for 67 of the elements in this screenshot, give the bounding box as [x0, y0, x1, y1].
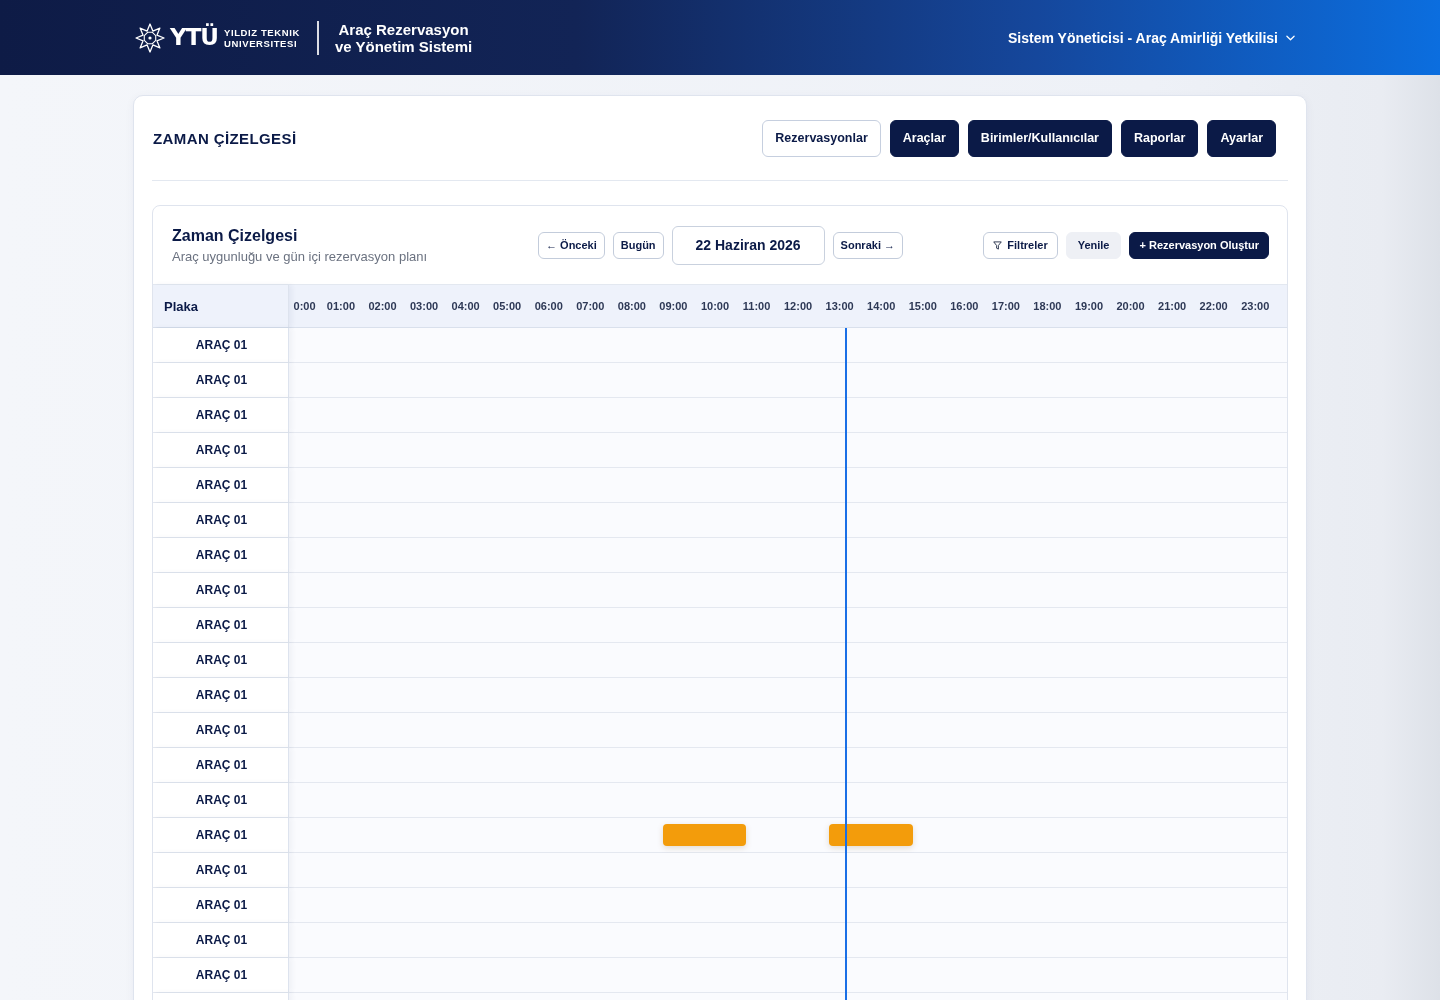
hour-label: 17:00: [990, 300, 1021, 312]
hour-label: 11:00: [741, 300, 772, 312]
plate-cell: ARAÇ 01: [153, 608, 289, 642]
reservation-bar[interactable]: [663, 824, 747, 846]
app-title: Araç Rezervasyon ve Yönetim Sistemi: [334, 20, 473, 55]
user-menu[interactable]: Sistem Yöneticisi - Araç Amirliği Yetkilisi: [1008, 25, 1295, 50]
chevron-down-icon: [1286, 34, 1295, 41]
hour-label: 0:00: [292, 300, 317, 312]
plate-cell: ARAÇ 01: [153, 643, 289, 677]
page-title: ZAMAN ÇİZELGESİ: [153, 129, 297, 147]
panel-title: Zaman Çizelgesi: [172, 226, 299, 245]
hour-label: 15:00: [907, 300, 938, 312]
create-button[interactable]: + Rezervasyon Oluştur: [1129, 231, 1269, 259]
column-header: Plaka: [153, 285, 289, 327]
hour-label: 22:00: [1198, 300, 1229, 312]
reservation-bar[interactable]: [829, 824, 913, 846]
plate-cell: ARAÇ 01: [153, 713, 289, 747]
hour-label: 03:00: [409, 300, 440, 312]
next-button[interactable]: Sonraki →: [832, 231, 903, 259]
nav-button[interactable]: Rezervasyonlar: [762, 119, 881, 157]
filter-button[interactable]: Filtreler: [983, 231, 1058, 259]
plate-cell: ARAÇ 01: [153, 678, 289, 712]
hour-label: 09:00: [658, 300, 689, 312]
hour-label: 12:00: [783, 300, 814, 312]
refresh-button[interactable]: Yenile: [1065, 231, 1122, 259]
university-name: YILDIZ TEKNIK UNIVERSITESI: [224, 26, 300, 49]
nav-button[interactable]: Araçlar: [889, 119, 959, 157]
plate-cell: ARAÇ 01: [153, 958, 289, 992]
hour-label: 06:00: [533, 300, 564, 312]
star-icon: [135, 22, 165, 53]
filter-icon: [993, 240, 1003, 250]
hour-label: 10:00: [699, 300, 731, 312]
plate-cell: ARAÇ 01: [153, 818, 289, 852]
hour-label: 04:00: [450, 300, 481, 312]
panel-subtitle: Araç uygunluğu ve gün içi rezervasyon planı: [172, 248, 429, 264]
plate-cell: ARAÇ 01: [153, 468, 289, 502]
previous-button[interactable]: ← Önceki: [538, 231, 605, 259]
plate-cell: ARAÇ 01: [153, 398, 289, 432]
hour-label: 05:00: [492, 300, 523, 312]
nav-button[interactable]: Birimler/Kullanıcılar: [967, 119, 1112, 157]
hour-label: 13:00: [824, 300, 855, 312]
plate-cell: ARAÇ 01: [153, 328, 289, 362]
hour-label: 16:00: [949, 300, 980, 312]
hour-label: 19:00: [1073, 300, 1105, 312]
nav-button[interactable]: Raporlar: [1120, 119, 1199, 157]
plate-cell: ARAÇ 01: [153, 433, 289, 467]
date-field[interactable]: 22 Haziran 2026: [671, 225, 825, 265]
hour-label: 14:00: [866, 300, 897, 312]
plate-cell: ARAÇ 01: [153, 748, 289, 782]
hour-label: 18:00: [1032, 300, 1063, 312]
hour-label: 01:00: [325, 300, 356, 312]
plate-cell: ARAÇ 01: [153, 538, 289, 572]
hour-label: 08:00: [616, 300, 647, 312]
hour-label: 23:00: [1240, 300, 1271, 312]
hour-label: 02:00: [367, 300, 398, 312]
plate-cell: ARAÇ 01: [153, 363, 289, 397]
plate-cell: ARAÇ 01: [153, 888, 289, 922]
plate-cell: ARAÇ 01: [153, 573, 289, 607]
today-button[interactable]: Bugün: [612, 231, 664, 259]
nav-button[interactable]: Ayarlar: [1207, 119, 1276, 157]
plate-cell: ARAÇ 01: [153, 783, 289, 817]
plate-cell: ARAÇ 01: [153, 923, 289, 957]
hour-label: 21:00: [1157, 300, 1188, 312]
plate-cell: ARAÇ 01: [153, 503, 289, 537]
hour-label: 20:00: [1115, 300, 1146, 312]
hour-label: 07:00: [575, 300, 606, 312]
plate-cell: ARAÇ 01: [153, 853, 289, 887]
